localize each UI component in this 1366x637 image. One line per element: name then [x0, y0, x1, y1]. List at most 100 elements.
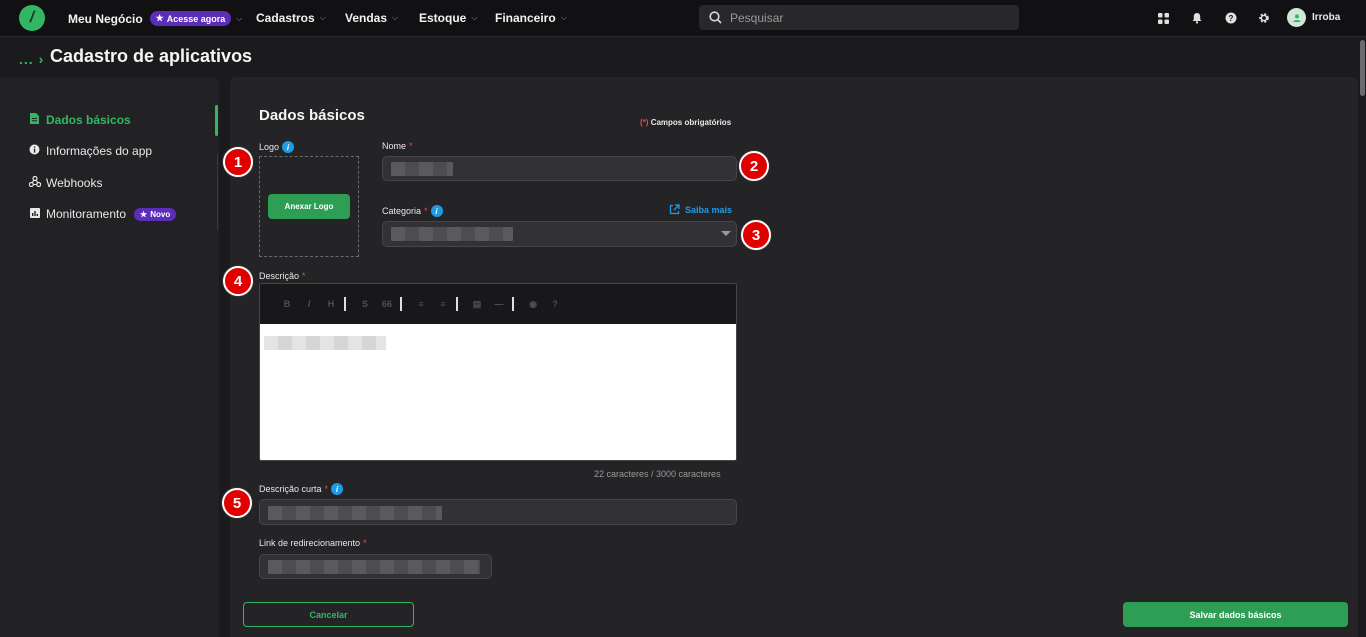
- table-icon[interactable]: ▤: [466, 299, 488, 310]
- short-description-field[interactable]: [259, 499, 737, 525]
- help-icon[interactable]: ?: [544, 299, 566, 309]
- nav-meu-negocio[interactable]: Meu Negócio ★ Acesse agora ⌵: [68, 11, 242, 26]
- annotation-marker-3: 3: [741, 220, 771, 250]
- numbered-list-icon[interactable]: ≡: [432, 299, 454, 309]
- toolbar-separator: [344, 297, 346, 311]
- top-navigation-bar: / Meu Negócio ★ Acesse agora ⌵ Cadastros …: [0, 0, 1366, 37]
- redacted-value: [391, 162, 453, 176]
- gear-icon[interactable]: [1257, 11, 1271, 25]
- redacted-value: [268, 560, 480, 574]
- breadcrumb[interactable]: ... ›: [19, 51, 44, 67]
- description-editor[interactable]: B I H S 66 ≡ ≡ ▤ — ◉ ?: [259, 283, 737, 461]
- acesse-agora-badge[interactable]: ★ Acesse agora: [149, 11, 232, 26]
- nav-label: Vendas: [345, 11, 388, 25]
- avatar[interactable]: [1287, 8, 1306, 27]
- nav-estoque[interactable]: Estoque ⌵: [419, 11, 477, 25]
- redacted-value: [391, 227, 513, 241]
- toolbar-separator: [400, 297, 402, 311]
- chevron-right-icon: ›: [38, 51, 45, 67]
- app-logo[interactable]: /: [19, 5, 45, 31]
- apps-grid-icon[interactable]: [1156, 11, 1170, 25]
- annotation-marker-4: 4: [223, 266, 253, 296]
- section-title: Dados básicos: [259, 107, 365, 124]
- quote-icon[interactable]: 66: [376, 299, 398, 309]
- annotation-marker-5: 5: [222, 488, 252, 518]
- learn-more-link[interactable]: Saiba mais: [669, 204, 732, 215]
- sidebar-divider: [217, 154, 218, 230]
- nav-cadastros[interactable]: Cadastros ⌵: [256, 11, 326, 25]
- nav-label: Financeiro: [495, 11, 556, 25]
- info-icon[interactable]: i: [331, 483, 344, 495]
- preview-icon[interactable]: ◉: [522, 299, 544, 310]
- svg-text:?: ?: [1229, 14, 1234, 23]
- novo-badge: ★ Novo: [134, 207, 177, 221]
- nav-financeiro[interactable]: Financeiro ⌵: [495, 11, 567, 25]
- external-link-icon: [669, 204, 680, 215]
- star-icon: ★: [140, 209, 148, 219]
- required-fields-note: (*) Campos obrigatórios: [640, 118, 732, 127]
- user-icon: [1292, 13, 1301, 22]
- nav-vendas[interactable]: Vendas ⌵: [345, 11, 398, 25]
- short-description-label: Descrição curta * i: [259, 483, 344, 495]
- webhook-icon: [28, 175, 42, 190]
- cancel-button[interactable]: Cancelar: [243, 602, 414, 627]
- sidebar-item-informacoes-do-app[interactable]: Informações do app: [29, 144, 152, 158]
- sidebar-item-webhooks[interactable]: Webhooks: [28, 175, 103, 190]
- search-icon: [709, 11, 722, 24]
- star-icon: ★: [155, 13, 164, 23]
- bold-icon[interactable]: B: [276, 299, 298, 309]
- sidebar-item-label: Monitoramento: [46, 207, 127, 221]
- attach-logo-button[interactable]: Anexar Logo: [268, 194, 350, 219]
- info-icon[interactable]: i: [282, 141, 295, 153]
- name-label: Nome *: [382, 141, 413, 151]
- redirect-link-label: Link de redirecionamento *: [259, 538, 367, 548]
- name-field[interactable]: [382, 156, 737, 181]
- info-icon[interactable]: i: [430, 205, 443, 217]
- redacted-value: [268, 506, 442, 520]
- chevron-down-icon: ⌵: [236, 13, 243, 23]
- chevron-down-icon: ⌵: [392, 13, 399, 22]
- sidebar-item-monitoramento[interactable]: Monitoramento ★ Novo: [29, 207, 177, 221]
- page-title: Cadastro de aplicativos: [50, 46, 253, 66]
- category-select[interactable]: [382, 221, 737, 247]
- category-label: Categoria * i: [382, 205, 443, 217]
- char-counter: 22 caracteres / 3000 caracteres: [594, 469, 721, 479]
- strikethrough-icon[interactable]: S: [354, 299, 376, 309]
- file-icon: [29, 113, 40, 127]
- horizontal-rule-icon[interactable]: —: [488, 299, 510, 309]
- sidebar-item-label: Webhooks: [46, 176, 103, 190]
- search-input[interactable]: [730, 10, 1010, 25]
- bullet-list-icon[interactable]: ≡: [410, 299, 432, 309]
- sidebar-active-indicator: [215, 105, 218, 136]
- info-icon: [29, 144, 40, 158]
- chevron-down-icon: ⌵: [471, 13, 478, 22]
- toolbar-separator: [456, 297, 458, 311]
- chevron-down-icon: ⌵: [319, 13, 326, 22]
- scrollbar-track[interactable]: [1358, 37, 1366, 637]
- italic-icon[interactable]: I: [298, 299, 320, 309]
- caret-down-icon[interactable]: [721, 231, 731, 236]
- heading-icon[interactable]: H: [320, 299, 342, 309]
- sidebar-item-label: Informações do app: [46, 144, 153, 158]
- scrollbar-thumb[interactable]: [1360, 40, 1365, 96]
- search-box[interactable]: [699, 5, 1019, 30]
- description-label: Descrição *: [259, 271, 306, 281]
- toolbar-separator: [512, 297, 514, 311]
- chevron-down-icon: ⌵: [560, 13, 567, 22]
- redacted-value: [264, 336, 386, 350]
- user-name[interactable]: Irroba: [1312, 12, 1340, 23]
- annotation-marker-1: 1: [223, 147, 253, 177]
- sidebar-item-label: Dados básicos: [46, 113, 131, 127]
- sidebar-item-dados-basicos[interactable]: Dados básicos: [29, 113, 131, 127]
- chart-icon: [29, 207, 40, 221]
- nav-label: Meu Negócio: [68, 11, 143, 26]
- bell-icon[interactable]: [1190, 11, 1204, 25]
- help-icon[interactable]: ?: [1224, 11, 1238, 25]
- editor-body[interactable]: [260, 324, 736, 460]
- save-button[interactable]: Salvar dados básicos: [1123, 602, 1348, 627]
- redirect-link-field[interactable]: [259, 554, 492, 579]
- annotation-marker-2: 2: [739, 151, 769, 181]
- nav-label: Estoque: [419, 11, 467, 25]
- logo-label: Logo i: [259, 141, 295, 153]
- nav-label: Cadastros: [256, 11, 315, 25]
